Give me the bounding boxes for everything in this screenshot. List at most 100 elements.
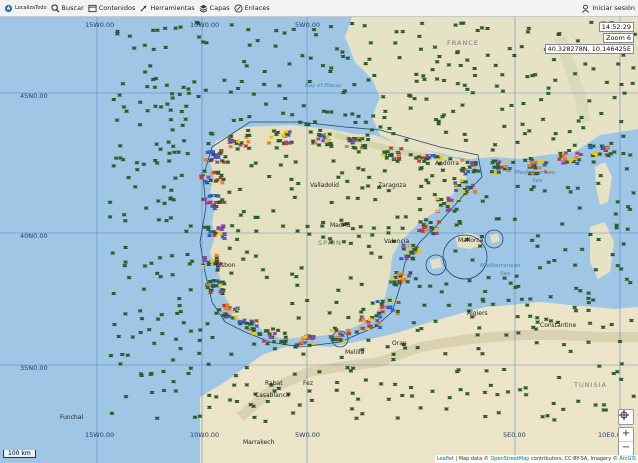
vessel-icon[interactable] xyxy=(111,292,117,296)
vessel-icon[interactable] xyxy=(120,82,126,86)
vessel-icon[interactable] xyxy=(251,92,257,96)
vessel-icon[interactable] xyxy=(164,219,170,223)
vessel-icon[interactable] xyxy=(170,358,176,362)
vessel-icon[interactable] xyxy=(261,82,267,86)
vessel-icon[interactable] xyxy=(231,119,237,123)
vessel-icon[interactable] xyxy=(356,114,362,118)
vessel-icon[interactable] xyxy=(436,220,442,224)
vessel-icon[interactable] xyxy=(239,80,245,84)
vessel-icon[interactable] xyxy=(311,341,317,345)
vessel-icon[interactable] xyxy=(152,85,158,89)
vessel-icon[interactable] xyxy=(113,156,119,160)
vessel-icon[interactable] xyxy=(228,90,234,94)
vessel-icon[interactable] xyxy=(273,29,279,33)
vessel-icon[interactable] xyxy=(377,325,383,329)
vessel-icon[interactable] xyxy=(482,290,488,294)
vessel-icon[interactable] xyxy=(495,162,501,166)
vessel-icon[interactable] xyxy=(154,142,160,146)
vessel-icon[interactable] xyxy=(349,112,355,116)
vessel-icon[interactable] xyxy=(320,64,326,68)
vessel-icon[interactable] xyxy=(486,276,492,280)
vessel-icon[interactable] xyxy=(585,296,591,300)
vessel-icon[interactable] xyxy=(168,118,174,122)
vessel-icon[interactable] xyxy=(166,140,172,144)
vessel-icon[interactable] xyxy=(123,395,129,399)
vessel-icon[interactable] xyxy=(398,257,404,261)
vessel-icon[interactable] xyxy=(452,249,458,253)
vessel-icon[interactable] xyxy=(312,120,318,124)
vessel-icon[interactable] xyxy=(503,159,509,163)
vessel-icon[interactable] xyxy=(366,78,372,82)
vessel-icon[interactable] xyxy=(627,153,633,157)
vessel-icon[interactable] xyxy=(282,31,288,35)
vessel-icon[interactable] xyxy=(407,271,413,275)
vessel-icon[interactable] xyxy=(178,310,184,314)
vessel-icon[interactable] xyxy=(512,217,518,221)
vessel-icon[interactable] xyxy=(522,158,528,162)
vessel-icon[interactable] xyxy=(579,247,585,251)
vessel-icon[interactable] xyxy=(177,92,183,96)
vessel-icon[interactable] xyxy=(172,176,178,180)
vessel-icon[interactable] xyxy=(573,286,579,290)
vessel-icon[interactable] xyxy=(134,161,140,165)
vessel-icon[interactable] xyxy=(185,87,191,91)
vessel-icon[interactable] xyxy=(183,229,189,233)
vessel-icon[interactable] xyxy=(206,362,212,366)
vessel-icon[interactable] xyxy=(572,263,578,267)
vessel-icon[interactable] xyxy=(354,330,360,334)
vessel-icon[interactable] xyxy=(130,335,136,339)
vessel-icon[interactable] xyxy=(169,92,175,96)
vessel-icon[interactable] xyxy=(328,110,334,114)
vessel-icon[interactable] xyxy=(192,415,198,419)
vessel-icon[interactable] xyxy=(531,185,537,189)
vessel-icon[interactable] xyxy=(352,121,358,125)
vessel-icon[interactable] xyxy=(147,64,153,68)
vessel-icon[interactable] xyxy=(255,39,261,43)
vessel-icon[interactable] xyxy=(351,83,357,87)
vessel-icon[interactable] xyxy=(559,222,565,226)
vessel-icon[interactable] xyxy=(586,301,592,305)
vessel-icon[interactable] xyxy=(137,123,143,127)
vessel-icon[interactable] xyxy=(154,271,160,275)
vessel-icon[interactable] xyxy=(125,353,131,357)
vessel-icon[interactable] xyxy=(205,322,211,326)
vessel-icon[interactable] xyxy=(327,69,333,73)
vessel-icon[interactable] xyxy=(166,151,172,155)
vessel-icon[interactable] xyxy=(404,256,410,260)
vessel-icon[interactable] xyxy=(159,332,165,336)
vessel-icon[interactable] xyxy=(117,144,123,148)
vessel-icon[interactable] xyxy=(262,69,268,73)
vessel-icon[interactable] xyxy=(162,26,168,30)
vessel-icon[interactable] xyxy=(443,282,449,286)
vessel-icon[interactable] xyxy=(263,102,269,106)
vessel-icon[interactable] xyxy=(170,128,176,132)
vessel-icon[interactable] xyxy=(427,284,433,288)
vessel-icon[interactable] xyxy=(155,199,161,203)
vessel-icon[interactable] xyxy=(111,98,117,102)
vessel-icon[interactable] xyxy=(127,34,133,38)
vessel-icon[interactable] xyxy=(374,319,380,323)
vessel-icon[interactable] xyxy=(467,303,473,307)
vessel-icon[interactable] xyxy=(108,354,114,358)
vessel-icon[interactable] xyxy=(396,301,402,305)
vessel-icon[interactable] xyxy=(390,308,396,312)
vessel-icon[interactable] xyxy=(272,347,278,351)
vessel-icon[interactable] xyxy=(313,33,319,37)
vessel-icon[interactable] xyxy=(627,281,633,285)
vessel-icon[interactable] xyxy=(109,411,115,415)
vessel-icon[interactable] xyxy=(122,264,128,268)
vessel-icon[interactable] xyxy=(620,151,626,155)
vessel-icon[interactable] xyxy=(171,380,177,384)
vessel-icon[interactable] xyxy=(186,371,192,375)
vessel-icon[interactable] xyxy=(160,370,166,374)
vessel-icon[interactable] xyxy=(428,221,434,225)
vessel-icon[interactable] xyxy=(502,276,508,280)
vessel-icon[interactable] xyxy=(107,200,113,204)
vessel-icon[interactable] xyxy=(489,170,495,174)
vessel-icon[interactable] xyxy=(134,168,140,172)
leaflet-link[interactable]: Leaflet xyxy=(437,456,454,462)
contents-button[interactable]: Contenidos xyxy=(88,4,135,13)
vessel-icon[interactable] xyxy=(627,207,633,211)
vessel-icon[interactable] xyxy=(565,186,571,190)
vessel-icon[interactable] xyxy=(148,261,154,265)
